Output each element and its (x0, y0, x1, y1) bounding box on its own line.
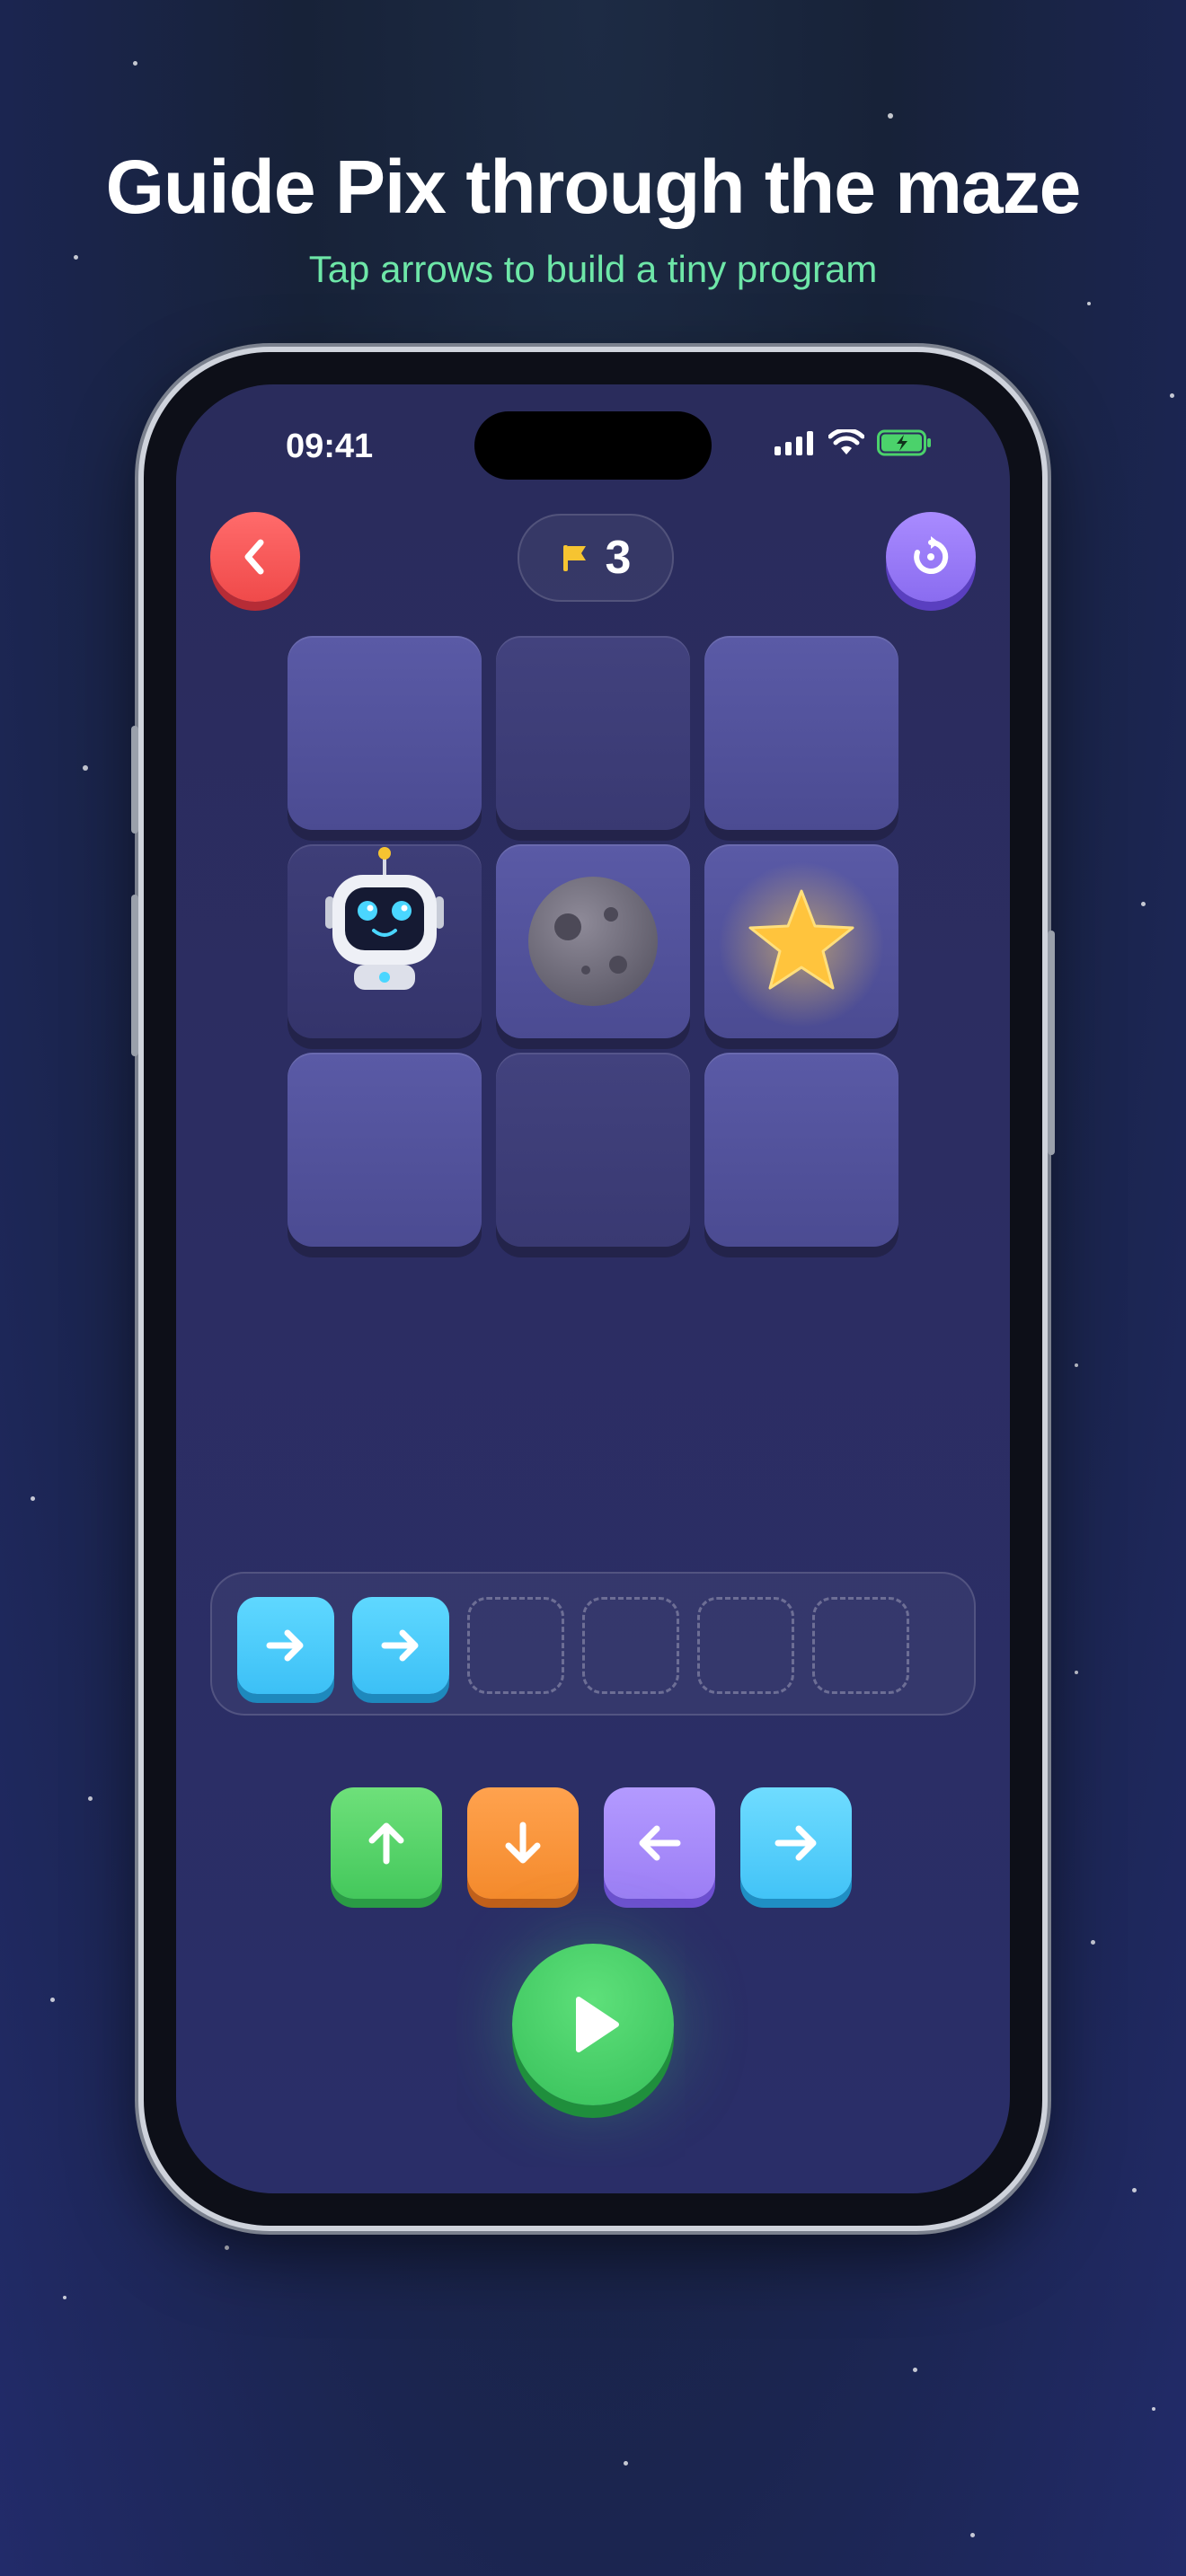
arrow-right-icon (774, 1825, 817, 1861)
star-icon (719, 862, 884, 1028)
reset-button[interactable] (886, 512, 976, 602)
arrow-down-icon (505, 1822, 541, 1864)
maze-cell[interactable] (288, 1053, 482, 1247)
program-slot-empty[interactable] (582, 1597, 679, 1694)
maze-cell[interactable] (704, 636, 898, 830)
program-slot-empty[interactable] (812, 1597, 909, 1694)
phone-frame: 09:41 3 (131, 352, 1055, 2226)
flag-counter: 3 (518, 514, 674, 602)
power-button (1048, 931, 1055, 1155)
maze-cell[interactable] (496, 1053, 690, 1247)
arrow-left-icon (639, 1825, 681, 1861)
status-icons (774, 429, 933, 456)
program-slot-empty[interactable] (697, 1597, 794, 1694)
chevron-left-icon (244, 539, 264, 575)
signal-icon (774, 431, 813, 455)
arrow-down-button[interactable] (467, 1787, 579, 1899)
maze-grid (288, 636, 902, 1250)
maze-cell[interactable] (704, 1053, 898, 1247)
restart-icon (914, 536, 949, 574)
action-button (131, 726, 138, 834)
play-icon (576, 1997, 619, 2052)
arrow-up-icon (368, 1822, 404, 1865)
program-bar (210, 1572, 976, 1716)
program-slot-right[interactable] (352, 1597, 449, 1694)
promo-headline: Guide Pix through the maze (105, 145, 1082, 229)
promo-subheadline: Tap arrows to build a tiny program (308, 248, 878, 290)
program-slot-empty[interactable] (467, 1597, 564, 1694)
flag-count: 3 (605, 532, 632, 584)
arrow-right-button[interactable] (740, 1787, 852, 1899)
arrow-right-icon (266, 1629, 304, 1662)
moon-rock-icon (528, 877, 658, 1006)
battery-charging-icon (877, 429, 931, 456)
play-button[interactable] (512, 1944, 674, 2105)
maze-cell[interactable] (496, 636, 690, 830)
wifi-icon (828, 429, 864, 454)
volume-button (131, 895, 138, 1056)
arrow-left-button[interactable] (604, 1787, 715, 1899)
back-button[interactable] (210, 512, 300, 602)
maze-cell[interactable] (288, 636, 482, 830)
flag-icon (562, 545, 586, 571)
program-slot-right[interactable] (237, 1597, 334, 1694)
maze-cell-robot[interactable] (288, 844, 482, 1038)
arrow-up-button[interactable] (331, 1787, 442, 1899)
maze-cell-rock[interactable] (496, 844, 690, 1038)
app-screen: 09:41 3 (176, 384, 1010, 2193)
status-time: 09:41 (286, 428, 374, 465)
dynamic-island (474, 411, 712, 480)
maze-cell-goal[interactable] (704, 844, 898, 1038)
arrow-right-icon (381, 1629, 419, 1662)
robot-icon (325, 847, 444, 990)
